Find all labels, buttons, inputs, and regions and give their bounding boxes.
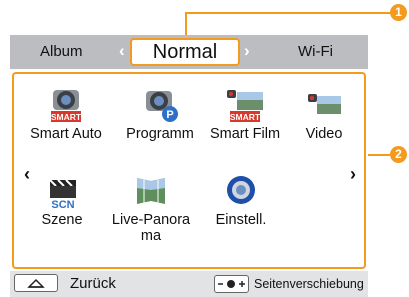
callout-1-line-h	[185, 12, 395, 14]
zoom-lever-icon	[214, 275, 249, 293]
mode-scene[interactable]: SCN Szene	[22, 172, 102, 228]
mode-label: Live-Panorama	[111, 212, 191, 244]
home-icon	[27, 278, 45, 288]
smart-auto-icon: SMART	[51, 90, 82, 122]
svg-text:P: P	[166, 109, 173, 121]
mode-label: Video	[305, 126, 343, 142]
settings-icon	[227, 176, 255, 204]
callout-2-line	[368, 154, 390, 156]
back-button[interactable]	[14, 274, 58, 292]
tab-album[interactable]: Album	[40, 43, 83, 60]
chevron-left-icon: ‹	[119, 41, 125, 60]
smart-film-icon: SMART	[227, 90, 263, 122]
mode-program[interactable]: P Programm	[118, 86, 202, 142]
scene-icon: SCN	[49, 179, 76, 210]
mode-label: Einstell.	[215, 212, 267, 228]
mode-settings[interactable]: Einstell.	[202, 172, 280, 228]
mode-label: Szene	[41, 212, 83, 228]
mode-smart-film[interactable]: SMART Smart Film	[204, 86, 286, 142]
svg-text:SMART: SMART	[230, 112, 261, 122]
mode-live-panorama[interactable]: Live-Panorama	[106, 172, 196, 244]
back-label: Zurück	[70, 275, 116, 292]
tab-wifi[interactable]: Wi-Fi	[298, 43, 333, 60]
svg-text:SCN: SCN	[51, 199, 74, 210]
mode-label: Programm	[126, 126, 194, 142]
video-icon	[308, 94, 341, 114]
callout-1-badge: 1	[390, 4, 407, 21]
mode-smart-auto[interactable]: SMART Smart Auto	[16, 86, 116, 142]
callout-2-badge: 2	[390, 146, 407, 163]
chevron-right-icon: ›	[244, 41, 250, 60]
camera-screen: Album ‹ Normal › Wi-Fi SMART Smart Auto	[10, 35, 368, 297]
mode-grid: SMART Smart Auto P Programm SMART Smart …	[12, 72, 366, 269]
mode-label: Smart Auto	[30, 126, 102, 142]
live-panorama-icon	[137, 178, 165, 204]
bottom-bar: Zurück Seitenverschiebung	[10, 271, 368, 297]
mode-video[interactable]: Video	[288, 86, 360, 142]
next-page-arrow[interactable]: ›	[350, 164, 356, 185]
program-icon: P	[146, 91, 178, 122]
mode-tab-bar: Album ‹ Normal › Wi-Fi	[10, 35, 368, 69]
mode-label: Smart Film	[209, 126, 281, 142]
page-shift-label: Seitenverschiebung	[254, 277, 364, 291]
svg-text:SMART: SMART	[51, 112, 82, 122]
tab-normal[interactable]: Normal	[130, 38, 240, 66]
